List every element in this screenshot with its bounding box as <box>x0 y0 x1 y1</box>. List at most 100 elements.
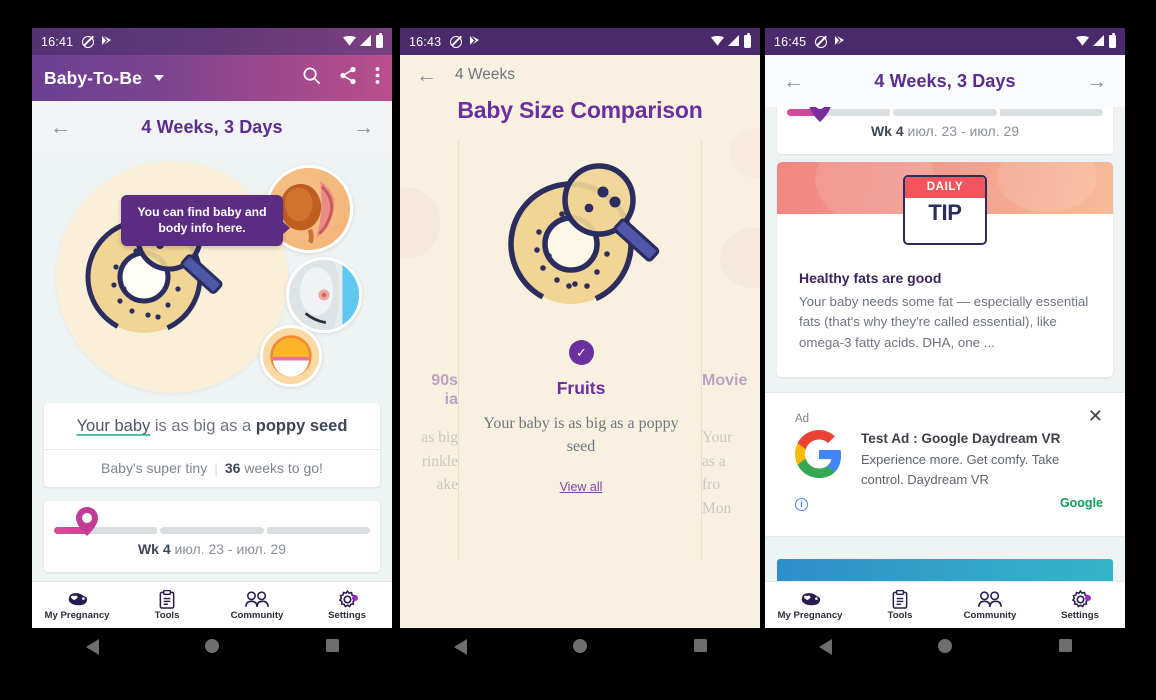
back-triangle-icon <box>85 639 99 655</box>
nav-item-settings[interactable]: Settings <box>302 589 392 621</box>
prev-week-button[interactable]: ← <box>783 71 804 92</box>
status-bar: 16:43 <box>400 28 760 55</box>
nav-item-community[interactable]: Community <box>945 590 1035 621</box>
settings-badge <box>1085 594 1091 601</box>
carousel-description: Your baby is as big as a poppy seed <box>483 415 679 456</box>
chevron-down-icon[interactable] <box>153 75 164 81</box>
nav-item-tools[interactable]: Tools <box>855 589 945 621</box>
android-back-button[interactable] <box>32 639 152 655</box>
carousel-card-previous[interactable]: 90s ia as big rinkle ake <box>400 140 458 560</box>
android-recents-button[interactable] <box>272 639 392 652</box>
prev-week-button[interactable]: ← <box>50 117 71 138</box>
status-time: 16:43 <box>409 34 442 49</box>
android-navigation-bar <box>400 628 760 700</box>
carousel-description: Your as a fro Mon <box>702 429 733 517</box>
android-home-button[interactable] <box>152 639 272 653</box>
recents-square-icon <box>1058 639 1072 652</box>
daily-tip-card[interactable]: DAILY TIP Healthy fats are good Your bab… <box>777 162 1113 377</box>
android-recents-button[interactable] <box>1005 639 1125 652</box>
play-store-icon <box>101 34 113 50</box>
promo-banner[interactable] <box>777 559 1113 581</box>
week-label: 4 Weeks <box>455 66 516 83</box>
nav-item-community[interactable]: Community <box>212 590 302 621</box>
nav-label: Settings <box>1061 609 1099 621</box>
back-triangle-icon <box>453 639 467 655</box>
phone-1: 16:41 Baby-To-Be ← 4 Weeks, 3 Days → You… <box>32 28 392 700</box>
bagel-magnifier-illustration <box>508 163 660 307</box>
battery-icon <box>376 33 383 48</box>
ad-title[interactable]: Test Ad : Google Daydream VR <box>861 431 1060 446</box>
android-home-button[interactable] <box>885 639 1005 653</box>
week-navigator: ← 4 Weeks, 3 Days → <box>32 101 392 153</box>
signal-icon <box>728 34 740 49</box>
status-bar: 16:45 <box>765 28 1125 55</box>
check-icon: ✓ <box>569 340 594 365</box>
android-back-button[interactable] <box>765 639 885 655</box>
search-icon[interactable] <box>302 66 321 90</box>
nav-item-tools[interactable]: Tools <box>122 589 212 621</box>
nav-label: My Pregnancy <box>44 609 110 621</box>
bottom-navigation: My Pregnancy Tools Community Settings <box>32 581 392 628</box>
advertisement-card[interactable]: Ad ✕ Test Ad : Google Daydream VR Experi… <box>765 392 1125 537</box>
signal-icon <box>1093 34 1105 49</box>
carousel-card-next[interactable]: Movie Your as a fro Mon <box>702 140 760 560</box>
status-time: 16:45 <box>774 34 807 49</box>
coachmark-tooltip[interactable]: You can find baby and body info here. <box>121 195 290 247</box>
nav-label: Community <box>230 609 284 621</box>
week-number: Wk 4 <box>137 541 171 557</box>
nav-item-settings[interactable]: Settings <box>1035 589 1125 621</box>
next-week-button[interactable]: → <box>353 117 374 138</box>
screenshot-stage: 16:41 Baby-To-Be ← 4 Weeks, 3 Days → You… <box>0 0 1156 700</box>
trimester-segment <box>893 109 997 116</box>
view-all-link[interactable]: View all <box>459 480 703 494</box>
thumbnail-pregnancy-icon[interactable] <box>260 325 322 387</box>
page-title: Baby Size Comparison <box>457 97 703 123</box>
size-comparison-text: Your baby is as big as a poppy seed <box>44 403 380 449</box>
carousel-category: Fruits <box>556 378 606 398</box>
close-icon[interactable]: ✕ <box>1088 406 1103 427</box>
signal-icon <box>360 34 372 49</box>
play-store-icon <box>469 34 481 50</box>
android-recents-button[interactable] <box>640 639 760 652</box>
android-home-button[interactable] <box>520 639 640 653</box>
android-navigation-bar <box>32 628 392 700</box>
app-bar: Baby-To-Be <box>32 55 392 101</box>
carousel-card-current[interactable]: ✓ Fruits Your baby is as big as a poppy … <box>458 140 702 560</box>
next-week-button[interactable]: → <box>1086 71 1107 92</box>
ad-brand: Google <box>1059 496 1103 510</box>
share-icon[interactable] <box>339 66 357 90</box>
size-comparison-carousel[interactable]: 90s ia as big rinkle ake ✓ Fruits Your b… <box>400 140 760 560</box>
your-baby-link[interactable]: Your baby <box>77 417 151 435</box>
nav-label: Settings <box>328 609 366 621</box>
nav-item-my-pregnancy[interactable]: My Pregnancy <box>765 590 855 621</box>
thumbnail-body-changes[interactable] <box>286 257 362 333</box>
android-back-button[interactable] <box>400 639 520 655</box>
phone-3: 16:45 ← 4 Weeks, 3 Days → Wk 4 июл. 23 -… <box>765 28 1125 700</box>
overflow-menu-icon[interactable] <box>375 66 380 90</box>
size-subtext: Baby's super tiny | 36 weeks to go! <box>44 449 380 487</box>
bottom-navigation: My Pregnancy Tools Community Settings <box>765 581 1125 628</box>
clipboard-icon <box>122 589 212 609</box>
week-progress-card[interactable]: Wk 4 июл. 23 - июл. 29 <box>777 107 1113 154</box>
trimester-track <box>54 527 370 534</box>
home-circle-icon <box>205 639 219 653</box>
progress-pin-icon <box>809 107 831 122</box>
wifi-icon <box>711 35 724 49</box>
week-range-label: Wk 4 июл. 23 - июл. 29 <box>44 541 380 557</box>
dnd-icon <box>450 35 463 48</box>
ad-description: Experience more. Get comfy. Take control… <box>861 452 1060 488</box>
wifi-icon <box>343 35 356 49</box>
nav-item-my-pregnancy[interactable]: My Pregnancy <box>32 590 122 621</box>
gear-icon <box>302 589 392 609</box>
phone-2: 16:43 ← 4 Weeks Baby Size Comparison 90s… <box>400 28 760 700</box>
page-title: 4 Weeks, 3 Days <box>141 116 283 137</box>
battery-icon <box>744 33 751 48</box>
info-icon[interactable]: i <box>795 498 808 511</box>
baby-size-info-card[interactable]: Your baby is as big as a poppy seed Baby… <box>44 403 380 487</box>
dnd-icon <box>82 35 95 48</box>
dnd-icon <box>815 35 828 48</box>
home-circle-icon <box>573 639 587 653</box>
back-button[interactable]: ← <box>416 65 437 86</box>
week-progress-card[interactable]: Wk 4 июл. 23 - июл. 29 <box>44 501 380 572</box>
gear-icon <box>1035 589 1125 609</box>
